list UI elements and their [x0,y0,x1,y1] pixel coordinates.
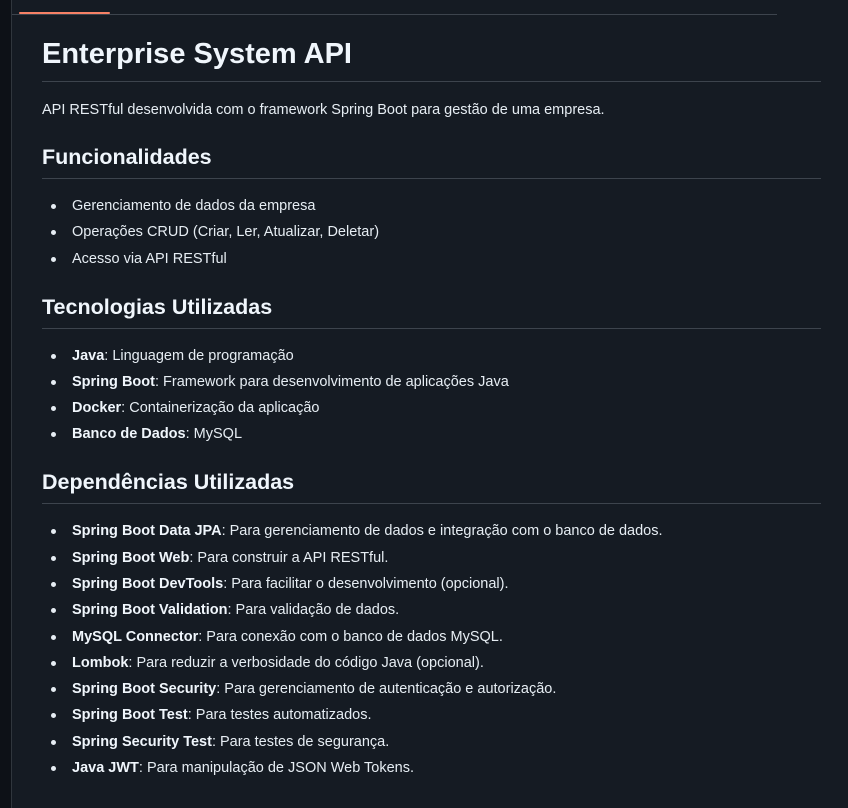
item-name: Spring Boot Web [72,549,190,566]
item-desc: : Para gerenciamento de autenticação e a… [216,681,557,698]
list-item: Java JWT: Para manipulação de JSON Web T… [51,757,821,779]
item-desc: : Para manipulação de JSON Web Tokens. [138,760,415,777]
item-desc: : Para facilitar o desenvolvimento (opci… [223,575,509,592]
section-heading-tecnologias: Tecnologias Utilizadas [42,294,821,329]
item-name: Spring Boot Test [72,707,188,724]
item-name: Java JWT [72,760,139,777]
list-item: Gerenciamento de dados da empresa [51,195,821,217]
item-desc: : Framework para desenvolvimento de apli… [154,373,509,390]
item-name: Spring Boot Security [72,681,217,698]
tecnologias-list: Java: Linguagem de programação Spring Bo… [42,345,821,446]
list-item: Spring Boot DevTools: Para facilitar o d… [51,573,821,595]
item-name: MySQL Connector [72,628,199,645]
item-desc: : Para construir a API RESTful. [189,549,389,566]
item-desc: : Linguagem de programação [104,347,294,364]
funcionalidades-list: Gerenciamento de dados da empresa Operaç… [42,195,821,270]
readme-panel: Enterprise System API API RESTful desenv… [11,0,848,808]
item-name: Spring Security Test [72,733,212,750]
item-desc: : Para testes de segurança. [211,733,390,750]
item-desc: : Para conexão com o banco de dados MySQ… [198,628,503,645]
item-desc: : Para reduzir a verbosidade do código J… [128,654,484,671]
list-item: Operações CRUD (Criar, Ler, Atualizar, D… [51,221,821,243]
list-item: Spring Boot Validation: Para validação d… [51,599,821,621]
list-item: Acesso via API RESTful [51,248,821,270]
page-title: Enterprise System API [42,36,821,83]
item-desc: : Para gerenciamento de dados e integraç… [221,523,663,540]
item-name: Spring Boot Validation [72,602,228,619]
list-item: Spring Boot Web: Para construir a API RE… [51,547,821,569]
item-name: Lombok [72,654,129,671]
item-name: Java [72,347,105,364]
list-item: Banco de Dados: MySQL [51,423,821,445]
item-name: Banco de Dados [72,426,186,443]
section-dependencias: Dependências Utilizadas Spring Boot Data… [42,469,821,779]
section-heading-funcionalidades: Funcionalidades [42,144,821,180]
list-item: Spring Boot Data JPA: Para gerenciamento… [51,520,821,542]
tab-bar [12,0,777,15]
active-tab-indicator[interactable] [19,12,110,14]
list-item: MySQL Connector: Para conexão com o banc… [51,626,821,648]
readme-content: Enterprise System API API RESTful desenv… [42,36,821,783]
section-heading-dependencias: Dependências Utilizadas [42,469,821,505]
list-item: Lombok: Para reduzir a verbosidade do có… [51,652,821,674]
item-name: Spring Boot DevTools [72,575,224,592]
list-item: Java: Linguagem de programação [51,345,821,367]
list-item: Spring Security Test: Para testes de seg… [51,731,821,753]
list-item: Docker: Containerização da aplicação [51,397,821,419]
item-name: Spring Boot Data JPA [72,523,222,540]
intro-paragraph: API RESTful desenvolvida com o framework… [42,102,605,119]
item-name: Docker [72,400,122,417]
section-tecnologias: Tecnologias Utilizadas Java: Linguagem d… [42,294,821,446]
list-item: Spring Boot Test: Para testes automatiza… [51,704,821,726]
dependencias-list: Spring Boot Data JPA: Para gerenciamento… [42,520,821,779]
item-name: Spring Boot [72,373,155,390]
item-desc: : Containerização da aplicação [121,400,320,417]
item-desc: : Para validação de dados. [227,602,400,619]
section-funcionalidades: Funcionalidades Gerenciamento de dados d… [42,144,821,269]
list-item: Spring Boot Security: Para gerenciamento… [51,678,821,700]
item-desc: : Para testes automatizados. [187,707,372,724]
list-item: Spring Boot: Framework para desenvolvime… [51,371,821,393]
item-desc: : MySQL [185,426,243,443]
